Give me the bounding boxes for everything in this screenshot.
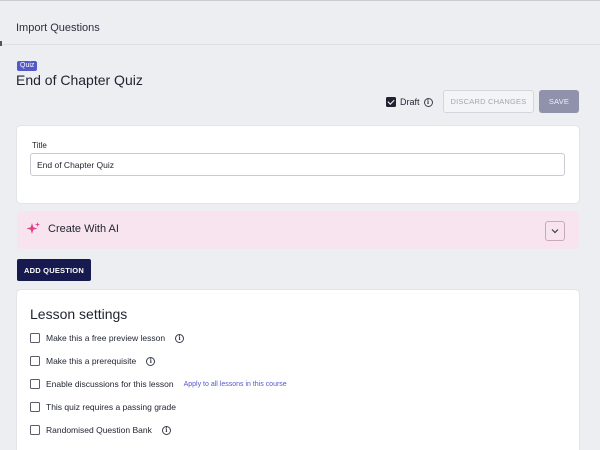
setting-discussions[interactable]: Enable discussions for this lesson Apply… bbox=[30, 377, 287, 391]
draft-checkbox[interactable] bbox=[386, 97, 396, 107]
add-question-button[interactable]: ADD QUESTION bbox=[17, 259, 91, 281]
top-bar: Import Questions bbox=[0, 0, 600, 46]
divider bbox=[0, 41, 2, 46]
draft-label: Draft bbox=[400, 97, 420, 107]
setting-label: Enable discussions for this lesson bbox=[46, 379, 174, 389]
setting-passing-grade[interactable]: This quiz requires a passing grade bbox=[30, 400, 176, 414]
create-with-ai-label: Create With AI bbox=[48, 223, 119, 235]
create-with-ai-panel[interactable]: Create With AI bbox=[17, 211, 579, 249]
discussions-checkbox[interactable] bbox=[30, 379, 40, 389]
passing-grade-checkbox[interactable] bbox=[30, 402, 40, 412]
info-icon[interactable]: i bbox=[161, 425, 171, 435]
free-preview-checkbox[interactable] bbox=[30, 333, 40, 343]
sparkle-icon bbox=[26, 222, 40, 234]
setting-label: This quiz requires a passing grade bbox=[46, 402, 176, 412]
setting-label: Randomised Question Bank bbox=[46, 425, 152, 435]
setting-prerequisite[interactable]: Make this a prerequisite i bbox=[30, 354, 156, 368]
apply-to-all-lessons-link[interactable]: Apply to all lessons in this course bbox=[184, 381, 287, 388]
page-title: End of Chapter Quiz bbox=[16, 72, 143, 88]
discard-changes-button[interactable]: DISCARD CHANGES bbox=[443, 90, 534, 113]
chevron-down-icon bbox=[551, 229, 559, 234]
title-field-label: Title bbox=[32, 141, 47, 150]
info-icon[interactable]: i bbox=[175, 333, 185, 343]
info-icon[interactable]: i bbox=[423, 97, 433, 107]
title-input[interactable] bbox=[30, 153, 565, 176]
tab-import-questions[interactable]: Import Questions bbox=[16, 22, 100, 34]
prerequisite-checkbox[interactable] bbox=[30, 356, 40, 366]
setting-randomised-bank[interactable]: Randomised Question Bank i bbox=[30, 423, 171, 437]
lesson-settings-title: Lesson settings bbox=[30, 306, 128, 322]
setting-label: Make this a free preview lesson bbox=[46, 333, 166, 343]
info-icon[interactable]: i bbox=[146, 356, 156, 366]
setting-label: Make this a prerequisite bbox=[46, 356, 137, 366]
expand-toggle-button[interactable] bbox=[545, 221, 565, 241]
save-button[interactable]: SAVE bbox=[539, 90, 579, 113]
title-card: Title bbox=[17, 126, 579, 203]
quiz-badge: Quiz bbox=[17, 61, 38, 71]
draft-toggle[interactable]: Draft i bbox=[386, 95, 433, 109]
setting-free-preview[interactable]: Make this a free preview lesson i bbox=[30, 331, 185, 345]
lesson-settings-card: Lesson settings Make this a free preview… bbox=[17, 290, 579, 450]
randomised-bank-checkbox[interactable] bbox=[30, 425, 40, 435]
